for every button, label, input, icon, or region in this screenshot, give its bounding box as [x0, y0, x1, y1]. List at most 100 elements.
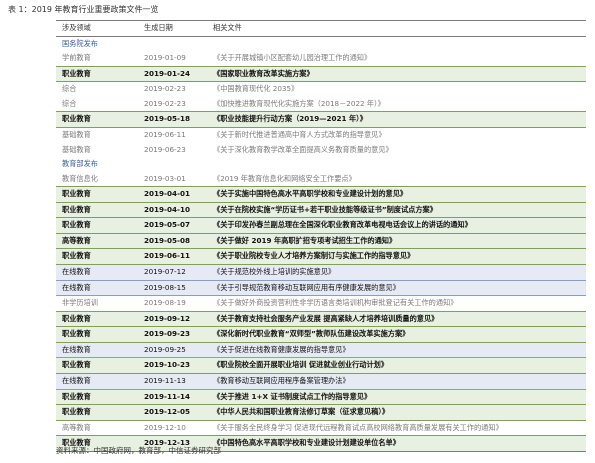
cell-document: 《关于教育支持社会服务产业发展 提高紧缺人才培养培训质量的意见》 [207, 310, 586, 328]
table-row: 非学历培训 2019-08-19 《关于做好外商投资营利性非学历语言类培训机构审批登… [56, 296, 586, 312]
source-note: 资料来源：中国政府网，教育部，中信证券研究部 [56, 446, 221, 455]
cell-document: 《关于实施中国特色高水平高职学校和专业建设计划的意见》 [207, 186, 586, 203]
cell-field: 职业教育 [56, 326, 138, 343]
cell-document: 《2019 年教育信息化和网络安全工作要点》 [213, 173, 356, 183]
cell-field: 职业教育 [56, 404, 138, 421]
cell-date: 2019-11-14 [138, 388, 207, 406]
table-row: 职业教育 2019-06-11 《关于职业院校专业人才培养方案制订与实施工作的指导意… [56, 248, 586, 265]
header-date: 生成日期 [138, 20, 207, 37]
section-label: 国务院发布 [62, 38, 98, 48]
cell-date: 2019-02-23 [144, 84, 186, 94]
cell-document: 《关于做好 2019 年高职扩招专项考试招生工作的通知》 [207, 232, 586, 250]
cell-date: 2019-09-25 [138, 341, 207, 359]
table-row: 职业教育 2019-04-01 《关于实施中国特色高水平高职学校和专业建设计划的意见… [56, 186, 586, 203]
cell-date: 2019-06-11 [138, 248, 207, 265]
table-row: 教育信息化 2019-03-01 《2019 年教育信息化和网络安全工作要点》 [56, 172, 586, 187]
header-field: 涉及领域 [56, 20, 138, 37]
table-title: 表 1：2019 年教育行业重要政策文件一览 [8, 5, 159, 14]
cell-field: 职业教育 [56, 248, 138, 265]
table-row: 职业教育 2019-04-10 《关于在院校实施“学历证书+若干职业技能等级证书”制… [56, 201, 586, 219]
cell-document: 《关于在院校实施“学历证书+若干职业技能等级证书”制度试点方案》 [207, 201, 586, 219]
cell-document: 《深化新时代职业教育“双师型”教师队伍建设改革实施方案》 [207, 326, 586, 343]
cell-document: 《关于做好外商投资营利性非学历语言类培训机构审批登记有关工作的通知》 [213, 298, 458, 308]
cell-field: 职业教育 [56, 201, 138, 219]
cell-field: 职业教育 [56, 357, 138, 374]
cell-document: 《中国特色高水平高职学校和专业建设计划建设单位名单》 [207, 435, 586, 452]
cell-document: 《关于推进 1+X 证书制度试点工作的指导意见》 [207, 388, 586, 406]
table-row: 综合 2019-02-23 《加快推进教育现代化实施方案（2018－2022 年）》 [56, 97, 586, 112]
cell-date: 2019-03-01 [144, 173, 186, 183]
cell-document: 《关于促进在线教育健康发展的指导意见》 [207, 341, 586, 359]
cell-document: 《加快推进教育现代化实施方案（2018－2022 年）》 [213, 98, 385, 108]
cell-document: 《关于开展城镇小区配套幼儿园治理工作的通知》 [213, 53, 372, 63]
cell-date: 2019-07-12 [138, 264, 207, 281]
cell-field: 职业教育 [56, 310, 138, 328]
table-row: 职业教育 2019-11-14 《关于推进 1+X 证书制度试点工作的指导意见》 [56, 388, 586, 406]
cell-document: 《国家职业教育改革实施方案》 [207, 65, 586, 83]
section-row: 教育部发布 [56, 157, 586, 172]
cell-field: 职业教育 [56, 65, 138, 83]
table-row: 职业教育 2019-09-12 《关于教育支持社会服务产业发展 提高紧缺人才培养培训… [56, 310, 586, 328]
table-row: 职业教育 2019-01-24 《国家职业教育改革实施方案》 [56, 65, 586, 83]
cell-date: 2019-05-07 [138, 217, 207, 234]
table-row: 高等教育 2019-12-10 《关于服务全民终身学习 促进现代远程教育试点高校网络… [56, 420, 586, 436]
table-row: 基础教育 2019-06-23 《关于深化教育教学改革全面提高义务教育质量的意见》 [56, 143, 586, 158]
cell-field: 教育信息化 [62, 173, 98, 183]
cell-date: 2019-04-01 [138, 186, 207, 203]
cell-document: 《关于引导规范教育移动互联网应用有序健康发展的意见》 [207, 279, 586, 297]
cell-field: 学前教育 [62, 53, 91, 63]
cell-field: 在线教育 [56, 341, 138, 359]
cell-document: 《中国教育现代化 2035》 [213, 84, 299, 94]
cell-document: 《关于规范校外线上培训的实施意见》 [207, 264, 586, 281]
cell-field: 职业教育 [56, 388, 138, 406]
cell-field: 职业教育 [56, 217, 138, 234]
cell-field: 职业教育 [56, 111, 138, 128]
cell-date: 2019-09-12 [138, 310, 207, 328]
table-row: 在线教育 2019-09-25 《关于促进在线教育健康发展的指导意见》 [56, 341, 586, 359]
table-header: 涉及领域 生成日期 相关文件 [56, 20, 586, 37]
cell-date: 2019-06-11 [144, 129, 186, 139]
cell-date: 2019-11-13 [138, 372, 207, 390]
cell-document: 《关于深化教育教学改革全面提高义务教育质量的意见》 [213, 144, 393, 154]
cell-field: 在线教育 [56, 372, 138, 390]
cell-document: 《教育移动互联网应用程序备案管理办法》 [207, 372, 586, 390]
table-body: 国务院发布学前教育 2019-01-09 《关于开展城镇小区配套幼儿园治理工作的通知… [56, 36, 586, 452]
cell-date: 2019-09-23 [138, 326, 207, 343]
cell-date: 2019-12-10 [144, 422, 186, 432]
cell-date: 2019-02-23 [144, 98, 186, 108]
cell-field: 非学历培训 [62, 298, 98, 308]
table-row: 高等教育 2019-05-08 《关于做好 2019 年高职扩招专项考试招生工作的通… [56, 232, 586, 250]
table-row: 职业教育 2019-12-05 《中华人民共和国职业教育法修订草案（征求意见稿）》 [56, 404, 586, 421]
table-row: 在线教育 2019-11-13 《教育移动互联网应用程序备案管理办法》 [56, 372, 586, 390]
cell-date: 2019-08-15 [138, 279, 207, 297]
table-row: 职业教育 2019-09-23 《深化新时代职业教育“双师型”教师队伍建设改革实施方… [56, 326, 586, 343]
cell-field: 职业教育 [56, 186, 138, 203]
cell-date: 2019-10-23 [138, 357, 207, 374]
document-page: 表 1：2019 年教育行业重要政策文件一览 涉及领域 生成日期 相关文件 国务… [0, 0, 595, 463]
cell-field: 综合 [62, 84, 77, 94]
section-label: 教育部发布 [62, 159, 98, 169]
table-row: 职业教育 2019-05-07 《关于印发孙春兰副总理在全国深化职业教育改革电视电话… [56, 217, 586, 234]
cell-document: 《关于职业院校专业人才培养方案制订与实施工作的指导意见》 [207, 248, 586, 265]
cell-date: 2019-05-08 [138, 232, 207, 250]
header-document: 相关文件 [207, 20, 586, 37]
table-row: 职业教育 2019-05-18 《职业技能提升行动方案（2019—2021 年）》 [56, 111, 586, 128]
cell-field: 在线教育 [56, 264, 138, 281]
table-row: 综合 2019-02-23 《中国教育现代化 2035》 [56, 82, 586, 97]
cell-field: 基础教育 [62, 144, 91, 154]
table-row: 基础教育 2019-06-11 《关于新时代推进普通高中育人方式改革的指导意见》 [56, 127, 586, 142]
cell-date: 2019-06-23 [144, 144, 186, 154]
table-row: 在线教育 2019-07-12 《关于规范校外线上培训的实施意见》 [56, 264, 586, 281]
cell-date: 2019-12-05 [138, 404, 207, 421]
cell-field: 综合 [62, 98, 77, 108]
cell-document: 《职业院校全面开展职业培训 促进就业创业行动计划》 [207, 357, 586, 374]
cell-document: 《职业技能提升行动方案（2019—2021 年）》 [207, 111, 586, 128]
table-row: 职业教育 2019-10-23 《职业院校全面开展职业培训 促进就业创业行动计划》 [56, 357, 586, 374]
cell-document: 《关于新时代推进普通高中育人方式改革的指导意见》 [213, 129, 386, 139]
cell-field: 在线教育 [56, 279, 138, 297]
cell-document: 《关于服务全民终身学习 促进现代远程教育试点高校网络教育高质量发展有关工作的通知… [213, 422, 503, 432]
header-row: 涉及领域 生成日期 相关文件 [56, 20, 586, 37]
cell-date: 2019-01-09 [144, 53, 186, 63]
cell-date: 2019-04-10 [138, 201, 207, 219]
cell-document: 《中华人民共和国职业教育法修订草案（征求意见稿）》 [207, 404, 586, 421]
